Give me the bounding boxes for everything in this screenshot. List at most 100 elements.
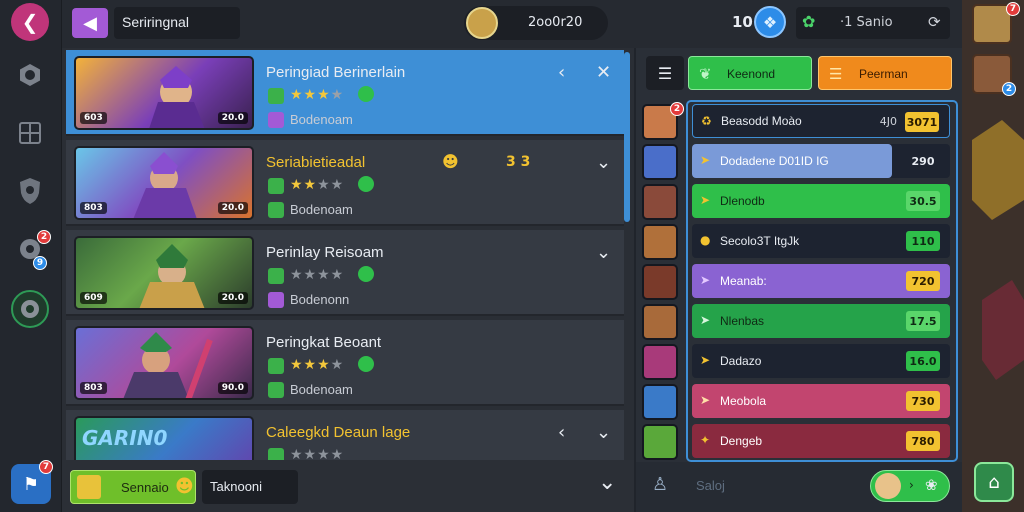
back-button[interactable]: ❮ (11, 3, 49, 41)
secondary-action-label: Taknooni (210, 479, 263, 494)
class-icon (268, 268, 284, 284)
squad-avatar[interactable] (642, 144, 678, 180)
hero-portrait: 803 20.0 (74, 146, 254, 220)
stat-value: 17.5 (906, 311, 940, 331)
coin-stack-icon: ☰ (829, 65, 843, 83)
hero-name: Seriabietieadal (266, 154, 366, 171)
filter-button[interactable]: ☰ (646, 56, 684, 90)
coin-icon: ● (700, 233, 711, 247)
expand-chevron-icon[interactable]: ⌄ (598, 470, 616, 495)
scrollbar-thumb[interactable] (624, 52, 630, 222)
stat-icon: ➤ (700, 353, 711, 367)
stat-row[interactable]: ♻ Beasodd Moào 4J0 3071 (692, 104, 950, 138)
hero-portrait: 803 90.0 (74, 326, 254, 400)
hero-level: 803 (80, 202, 107, 214)
guild-nav-button[interactable] (11, 290, 49, 328)
orange-tab-label: Peerman (859, 67, 908, 81)
squad-avatar[interactable] (642, 264, 678, 300)
back-arrow-icon: ❮ (21, 10, 39, 34)
refresh-icon[interactable]: ⟳ (928, 13, 941, 31)
squad-avatar[interactable] (642, 384, 678, 420)
green-tab-button[interactable]: ❦ Keenond (688, 56, 812, 90)
chevron-down-icon[interactable]: ⌄ (596, 152, 611, 173)
upgrade-icon[interactable] (358, 266, 374, 282)
secondary-action-button[interactable]: Taknooni (202, 470, 298, 504)
left-rail: ❮ 2 9 ⚑ 7 (0, 0, 62, 512)
stat-row[interactable]: ➤ Dodadene D01ID IG 290 (692, 144, 950, 178)
energy-icon: ✿ (802, 12, 816, 31)
shield-nav-button[interactable] (11, 172, 49, 210)
event-badge: 7 (1006, 2, 1020, 16)
stat-row[interactable]: ➤ Meanab: 720 (692, 264, 950, 298)
hero-power: 20.0 (217, 202, 248, 214)
stat-value: 30.5 (906, 191, 940, 211)
chevron-left-icon[interactable]: ‹ (558, 62, 565, 83)
upgrade-icon[interactable] (358, 86, 374, 102)
mail-nav-button[interactable]: ⚑ 7 (11, 460, 53, 504)
grid-nav-button[interactable] (11, 114, 49, 152)
stat-label: Meobola (720, 394, 767, 408)
hero-level: 609 (80, 292, 107, 304)
scroll-icon (77, 475, 101, 499)
upgrade-icon[interactable] (358, 176, 374, 192)
smile-icon: ☻ (175, 476, 194, 497)
stat-icon: ➤ (700, 193, 711, 207)
stat-value: 110 (906, 231, 940, 251)
squad-avatar[interactable] (642, 424, 678, 460)
stats-footer: ♙ Saloj › ❀ (636, 462, 962, 512)
stat-icon: ➤ (700, 273, 711, 287)
paw-icon: ❀ (925, 476, 938, 494)
stat-row[interactable]: ➤ Dlenodb 30.5 (692, 184, 950, 218)
collapse-button[interactable]: ◀ (72, 8, 108, 38)
shop-button[interactable]: ⌂ (974, 462, 1014, 502)
currency-value: 2oo0r20 (528, 15, 583, 30)
star-rating: ★★★★ (290, 177, 345, 193)
settings-nav-button[interactable] (11, 56, 49, 94)
gear-nav-button[interactable]: 2 9 (11, 230, 51, 270)
list-item[interactable]: GARIN0 Caleegkd Deaun lage ★★★★ ‹ ⌄ (66, 410, 624, 460)
stat-value: 730 (906, 391, 940, 411)
stat-icon: ✦ (700, 433, 711, 447)
squad-avatar[interactable] (642, 184, 678, 220)
stat-row[interactable]: ➤ Nlenbas 17.5 (692, 304, 950, 338)
class-icon (268, 178, 284, 194)
stat-row[interactable]: ✦ Dengeb 780 (692, 424, 950, 458)
orange-tab-button[interactable]: ☰ Peerman (818, 56, 952, 90)
star-rating: ★★★★ (290, 357, 345, 373)
stat-row[interactable]: ➤ Dadazo 16.0 (692, 344, 950, 378)
character-icon: ♙ (652, 474, 669, 495)
squad-avatar[interactable] (642, 224, 678, 260)
stat-label: Dadazo (720, 354, 762, 368)
avatar-badge: 2 (670, 102, 684, 116)
gem-button[interactable]: ❖ (754, 6, 786, 38)
squad-avatar[interactable] (642, 344, 678, 380)
stat-row[interactable]: ● Secolo3T ItgJk 110 (692, 224, 950, 258)
list-item[interactable]: 603 20.0 Peringiad Berinerlain ★★★★ Bode… (66, 50, 624, 136)
squad-avatar[interactable] (642, 304, 678, 340)
stat-row[interactable]: ➤ Meobola 730 (692, 384, 950, 418)
shop-icon: ⌂ (988, 471, 1000, 493)
stat-aux: 4J0 (879, 115, 897, 128)
stat-value: 780 (906, 431, 940, 451)
stat-value: 3071 (905, 112, 939, 132)
close-icon[interactable]: ✕ (596, 62, 611, 83)
upgrade-icon[interactable] (358, 356, 374, 372)
stat-label: Secolo3T ItgJk (720, 234, 800, 248)
primary-action-button[interactable]: Sennaio ☻ (70, 470, 196, 504)
grid-icon (19, 122, 41, 144)
player-avatar[interactable] (466, 7, 498, 39)
list-item[interactable]: 609 20.0 Perinlay Reisoam ★★★★ Bodenonn … (66, 230, 624, 316)
energy-label: ·1 Sanio (840, 15, 893, 30)
list-item[interactable]: 803 20.0 Seriabietieadal ☻ 3 3 ★★★★ Bode… (66, 140, 624, 226)
hero-subtitle: Bodenoam (290, 112, 353, 127)
shield-icon (20, 178, 40, 204)
chevron-down-icon[interactable]: ⌄ (596, 242, 611, 263)
hero-level: 803 (80, 382, 107, 394)
stat-label: Dlenodb (720, 194, 765, 208)
banner-text: GARIN0 (82, 426, 168, 450)
confirm-button[interactable]: › ❀ (870, 470, 950, 502)
chevron-down-icon[interactable]: ⌄ (596, 422, 611, 443)
chevron-left-icon[interactable]: ‹ (558, 422, 565, 443)
list-item[interactable]: 803 90.0 Peringkat Beoant ★★★★ Bodenoam (66, 320, 624, 406)
stat-value: 720 (906, 271, 940, 291)
